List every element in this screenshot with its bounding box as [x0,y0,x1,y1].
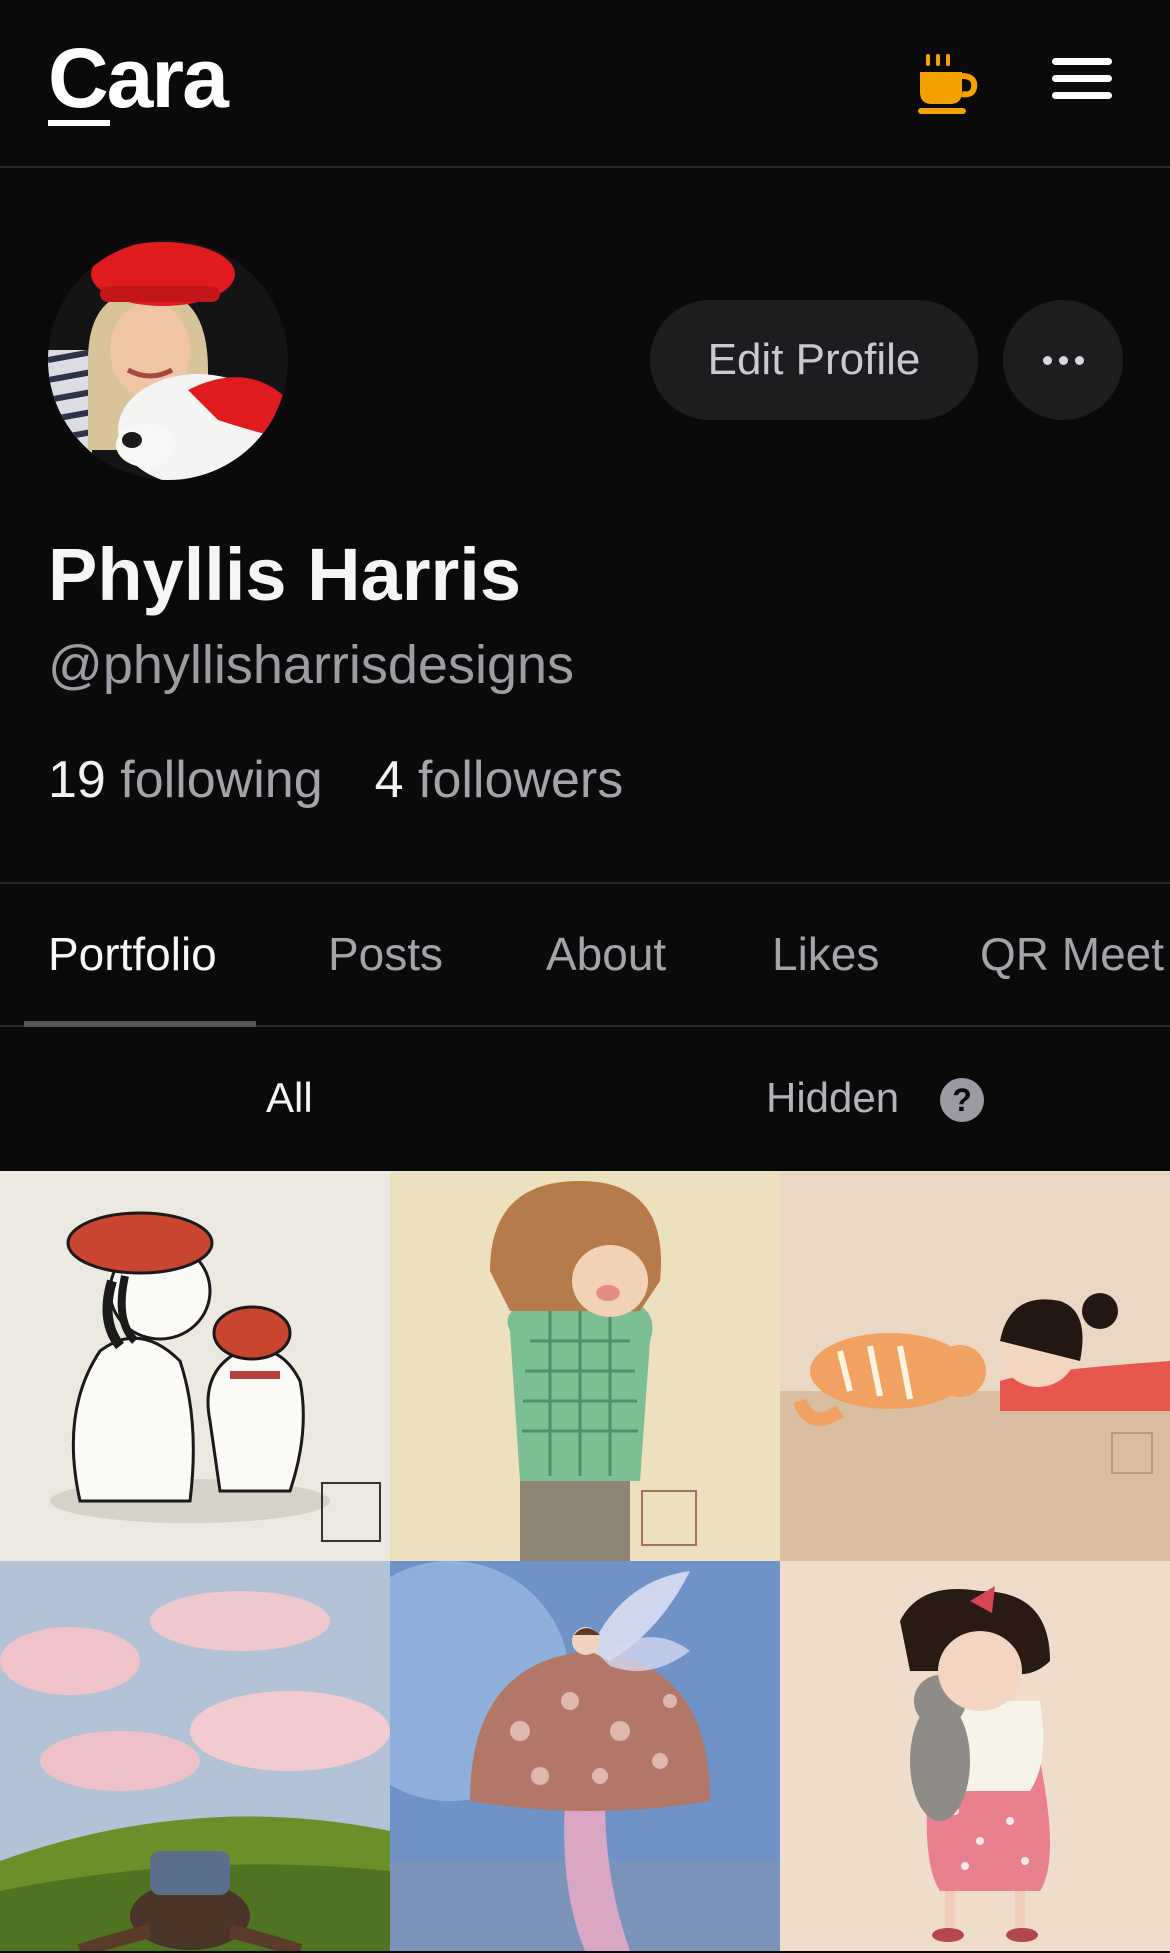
filter-all[interactable]: All [266,1070,313,1126]
portfolio-item-child-green-shirt[interactable] [390,1171,780,1561]
tab-posts[interactable]: Posts [328,924,443,984]
followers-label: followers [418,751,624,809]
tab-about[interactable]: About [546,924,666,984]
profile-page: Cara Edit Profile Phyllis Harris @phylli… [0,0,1170,1953]
followers-link[interactable]: 4 followers [375,745,624,815]
follow-stats: 19 following 4 followers [48,745,623,815]
cara-logo[interactable]: Cara [48,28,229,128]
ellipsis-icon[interactable] [1003,300,1123,420]
help-icon[interactable]: ? [940,1078,984,1122]
portfolio-item-girl-on-grass[interactable] [0,1561,390,1951]
tab-portfolio[interactable]: Portfolio [48,924,217,984]
profile-handle: @phyllisharrisdesigns [48,635,575,695]
portfolio-item-girl-hugging-cat[interactable] [780,1561,1170,1951]
portfolio-item-girl-and-cat[interactable] [780,1171,1170,1561]
avatar[interactable] [48,240,288,480]
followers-count: 4 [374,751,404,809]
edit-profile-button[interactable]: Edit Profile [650,300,978,420]
following-link[interactable]: 19 following [48,745,323,815]
tab-qr-meet[interactable]: QR Meet [980,924,1164,984]
active-tab-indicator [24,1021,256,1027]
hamburger-menu-icon[interactable] [1052,58,1112,106]
top-bar: Cara [0,0,1170,168]
logo-underline [48,120,110,126]
filter-hidden[interactable]: Hidden [766,1070,899,1126]
portfolio-filters: All Hidden [0,1028,1170,1171]
profile-name: Phyllis Harris [48,533,522,616]
profile-tabs: Portfolio Posts About Likes QR Meet [0,882,1170,1027]
portfolio-grid [0,1171,1170,1953]
following-label: following [120,751,323,809]
coffee-cup-icon[interactable] [916,52,980,116]
tab-likes[interactable]: Likes [772,924,879,984]
portfolio-item-girl-and-dog[interactable] [0,1171,390,1561]
following-count: 19 [48,751,106,809]
portfolio-item-fairy-mushroom[interactable] [390,1561,780,1951]
